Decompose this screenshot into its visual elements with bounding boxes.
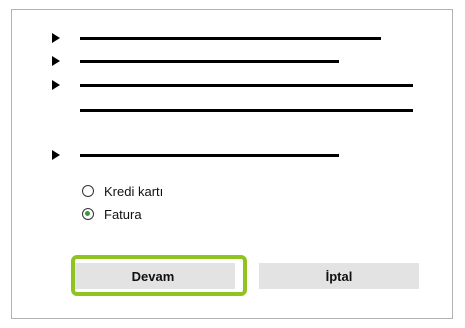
radio-option-credit-card[interactable]: Kredi kartı — [82, 182, 163, 200]
bullet-arrow-icon — [52, 80, 60, 90]
bullet-item-4 — [12, 149, 454, 163]
placeholder-text-line — [80, 154, 339, 157]
radio-label: Fatura — [104, 206, 142, 222]
placeholder-text-line — [80, 84, 413, 87]
placeholder-text-line — [80, 109, 413, 112]
bullet-item-2 — [12, 55, 454, 69]
placeholder-text-line — [80, 37, 381, 40]
bullet-arrow-icon — [52, 56, 60, 66]
radio-button-checked[interactable] — [82, 208, 94, 220]
continue-button-highlight — [71, 255, 247, 296]
cancel-button[interactable]: İptal — [259, 263, 419, 289]
bullet-item-3 — [12, 79, 454, 93]
radio-button-unchecked[interactable] — [82, 185, 94, 197]
placeholder-text-line — [80, 60, 339, 63]
radio-option-invoice[interactable]: Fatura — [82, 205, 142, 223]
bullet-arrow-icon — [52, 33, 60, 43]
dialog-panel: Kredi kartı Fatura Devam İptal — [11, 9, 453, 319]
radio-label: Kredi kartı — [104, 183, 164, 199]
bullet-arrow-icon — [52, 150, 60, 160]
bullet-item-1 — [12, 32, 454, 46]
